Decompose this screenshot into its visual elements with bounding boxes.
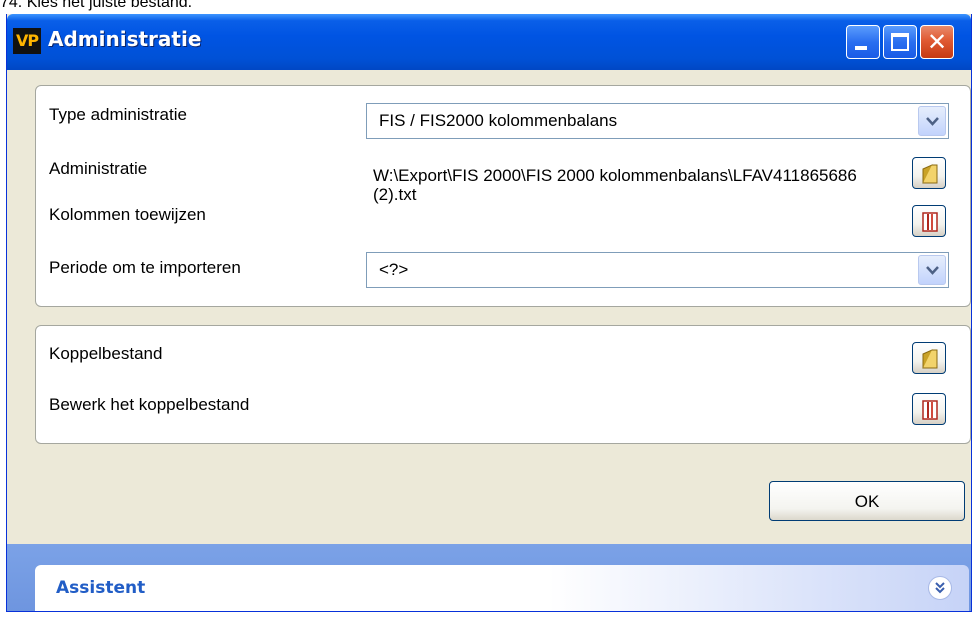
dropdown-arrow-icon[interactable] <box>918 106 946 136</box>
koppelbestand-panel <box>35 325 971 444</box>
periode-dropdown[interactable]: <?> <box>366 252 949 288</box>
title-bar[interactable]: VP Administratie ✕ <box>7 14 971 70</box>
periode-label: Periode om te importeren <box>49 258 241 277</box>
bewerk-koppelbestand-label: Bewerk het koppelbestand <box>49 395 250 414</box>
columns-icon <box>922 212 938 232</box>
open-file-icon <box>922 349 938 369</box>
administratie-window: VP Administratie ✕ Type administratie FI… <box>6 14 972 612</box>
bewerk-koppelbestand-button[interactable] <box>912 393 946 425</box>
vp-app-icon: VP <box>13 28 41 54</box>
kolommen-toewijzen-button[interactable] <box>912 205 946 237</box>
expand-chevron-icon[interactable] <box>928 576 952 600</box>
close-button[interactable]: ✕ <box>920 25 954 59</box>
minimize-button[interactable] <box>846 25 880 59</box>
minimize-icon <box>855 46 867 50</box>
type-administratie-value: FIS / FIS2000 kolommenbalans <box>379 111 618 130</box>
maximize-icon <box>891 33 909 51</box>
type-administratie-dropdown[interactable]: FIS / FIS2000 kolommenbalans <box>366 103 949 139</box>
dropdown-arrow-icon[interactable] <box>918 255 946 285</box>
columns-icon <box>922 400 938 420</box>
open-file-icon <box>922 164 938 184</box>
type-administratie-label: Type administratie <box>49 105 187 124</box>
page-caption: 74. Kies het juiste bestand. <box>0 0 193 11</box>
administratie-label: Administratie <box>49 159 148 178</box>
periode-value: <?> <box>379 260 409 279</box>
assistent-title: Assistent <box>56 578 146 598</box>
close-icon: ✕ <box>926 28 948 56</box>
window-title: Administratie <box>48 27 202 51</box>
kolommen-toewijzen-label: Kolommen toewijzen <box>49 205 206 224</box>
open-administratie-button[interactable] <box>912 157 946 189</box>
ok-button[interactable]: OK <box>769 481 965 521</box>
open-koppelbestand-button[interactable] <box>912 342 946 374</box>
assistent-header[interactable]: Assistent <box>35 565 969 611</box>
koppelbestand-label: Koppelbestand <box>49 344 163 363</box>
ok-button-label: OK <box>854 492 880 511</box>
maximize-button[interactable] <box>883 25 917 59</box>
administratie-file-path: W:\Export\FIS 2000\FIS 2000 kolommenbala… <box>373 166 857 204</box>
